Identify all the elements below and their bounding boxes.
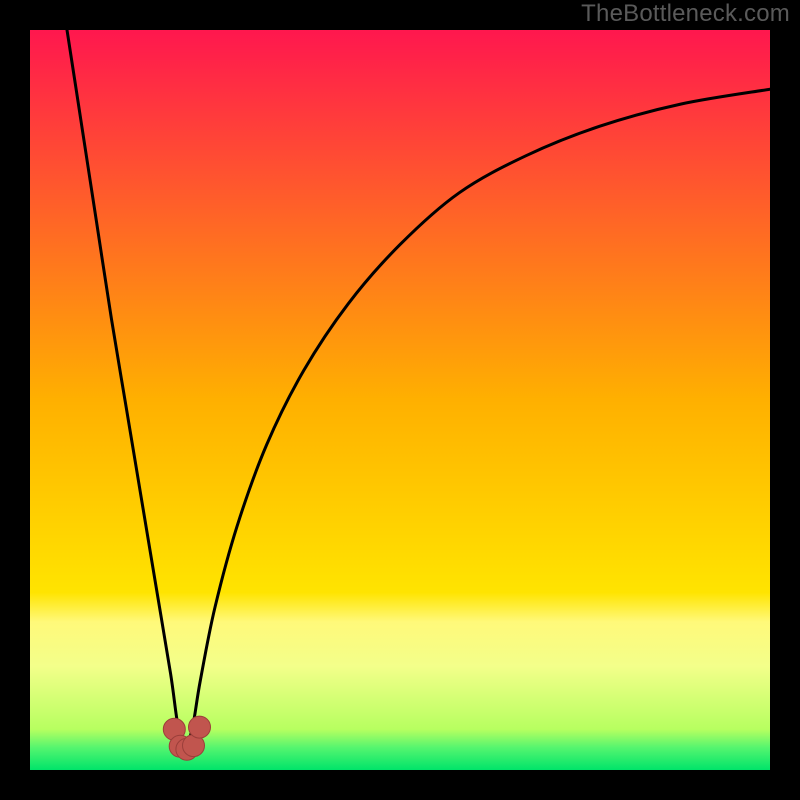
- watermark-text: TheBottleneck.com: [581, 0, 790, 28]
- optimum-marker: [189, 716, 211, 738]
- gradient-background: [30, 30, 770, 770]
- chart-frame: TheBottleneck.com: [0, 0, 800, 800]
- bottleneck-chart: [30, 30, 770, 770]
